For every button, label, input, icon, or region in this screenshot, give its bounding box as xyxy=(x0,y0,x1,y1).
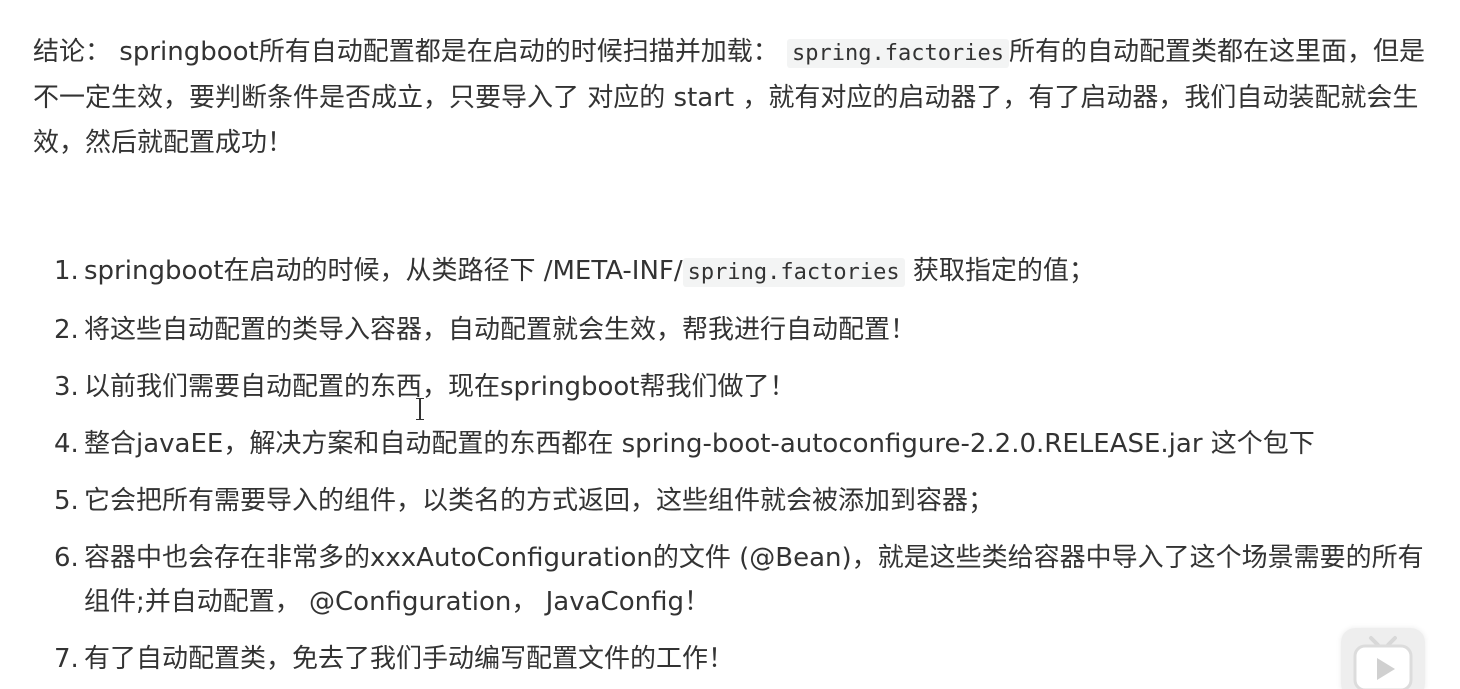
inline-code-spring-factories: spring.factories xyxy=(682,258,905,287)
list-item: 7. 有了自动配置类，免去了我们手动编写配置文件的工作！ xyxy=(0,637,1430,681)
list-item-text: 容器中也会存在非常多的xxxAutoConfiguration的文件 (@Bea… xyxy=(84,543,1424,617)
list-item-text: 有了自动配置类，免去了我们手动编写配置文件的工作！ xyxy=(84,644,735,674)
list-item-text: 整合javaEE，解决方案和自动配置的东西都在 spring-boot-auto… xyxy=(84,429,1315,459)
list-item-text: 以前我们需要自动配置的东西，现在springboot帮我们做了！ xyxy=(84,372,796,402)
text-cursor-icon xyxy=(416,398,424,420)
list-item: 5. 它会把所有需要导入的组件，以类名的方式返回，这些组件就会被添加到容器； xyxy=(0,479,1430,523)
list-item-text: 它会把所有需要导入的组件，以类名的方式返回，这些组件就会被添加到容器； xyxy=(84,486,995,516)
list-item-number: 4. xyxy=(54,429,79,459)
list-item-number: 3. xyxy=(54,372,79,402)
conclusion-prefix: 结论： xyxy=(33,37,112,67)
conclusion-paragraph: 结论： springboot所有自动配置都是在启动的时候扫描并加载： sprin… xyxy=(33,30,1428,166)
play-icon xyxy=(1353,636,1413,689)
list-item-number: 6. xyxy=(54,543,79,573)
list-item-number: 2. xyxy=(54,315,79,345)
list-item: 3. 以前我们需要自动配置的东西，现在springboot帮我们做了！ xyxy=(0,365,1430,409)
inline-code-spring-factories: spring.factories xyxy=(787,39,1009,68)
bilibili-tv-icon[interactable] xyxy=(1341,628,1425,689)
conclusion-text-1: springboot所有自动配置都是在启动的时候扫描并加载： xyxy=(119,37,779,67)
steps-list: 1. springboot在启动的时候，从类路径下 /META-INF/spri… xyxy=(0,249,1430,689)
list-item-text: springboot在启动的时候，从类路径下 /META-INF/ xyxy=(84,256,683,286)
list-item-number: 7. xyxy=(54,644,79,674)
list-item-text: 获取指定的值； xyxy=(904,256,1095,286)
list-item: 1. springboot在启动的时候，从类路径下 /META-INF/spri… xyxy=(0,249,1430,295)
list-item: 6. 容器中也会存在非常多的xxxAutoConfiguration的文件 (@… xyxy=(0,536,1430,624)
list-item: 4. 整合javaEE，解决方案和自动配置的东西都在 spring-boot-a… xyxy=(0,422,1430,466)
list-item-number: 1. xyxy=(54,256,79,286)
list-item-number: 5. xyxy=(54,486,79,516)
list-item: 2. 将这些自动配置的类导入容器，自动配置就会生效，帮我进行自动配置！ xyxy=(0,308,1430,352)
list-item-text: 将这些自动配置的类导入容器，自动配置就会生效，帮我进行自动配置！ xyxy=(84,315,917,345)
